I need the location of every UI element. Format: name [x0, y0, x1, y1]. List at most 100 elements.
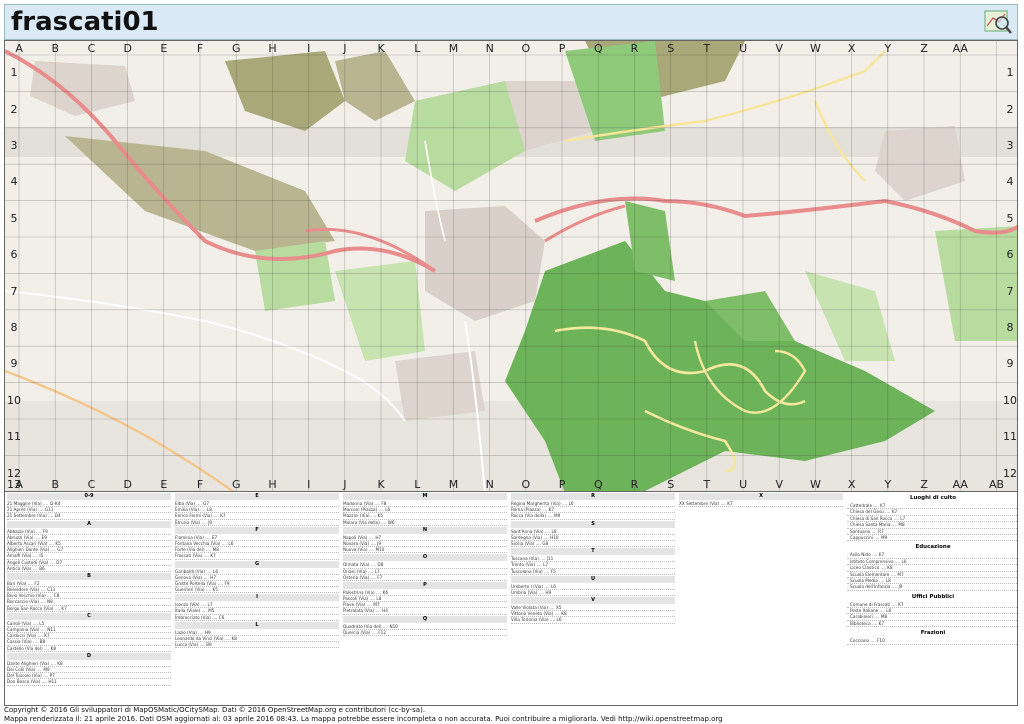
grid-column-label: M [448, 478, 459, 491]
grid-column-label: C [87, 478, 96, 491]
index-section-letter: E [175, 493, 339, 500]
index-column: M Madonna (Via) .... F8 Marconi (Piazza) .… [343, 492, 507, 705]
grid-row-label: 9 [1006, 357, 1014, 371]
grid-row-label: 8 [10, 321, 18, 334]
grid-column-label: I [307, 478, 311, 491]
poi-entry: Scuola dell'Infanzia .... J9 [847, 584, 1017, 591]
grid-row-label: 2 [10, 102, 18, 116]
poi-section-title: Educazione [915, 544, 951, 551]
grid-row-label: 4 [1006, 175, 1014, 189]
grid-column-label: P [558, 42, 566, 55]
column-labels-bottom: A B C D E F G H I J K L M N O P Q R S T U V W X Y Z AA AB [5, 478, 1017, 491]
index-section-letter: B [7, 572, 171, 580]
index-section-letter: I [175, 594, 339, 602]
grid-column-label: S [667, 42, 675, 55]
index-entry: Don Bosco (Via) .... H11 [7, 679, 171, 686]
grid-column-label: R [630, 478, 639, 491]
grid-column-label: Y [884, 42, 892, 55]
grid-row-label: 11 [7, 430, 21, 444]
grid-column-label: G [232, 42, 241, 55]
grid-column-label: N [485, 42, 494, 55]
footer-copyright: Copyright © 2016 Gli sviluppatori di Map… [4, 706, 426, 714]
index-entry: Sicilia (Via) .... G8 [511, 541, 675, 548]
grid-column-label: U [739, 42, 748, 55]
grid-row-label: 1 [1006, 66, 1014, 80]
row-labels-right: 1 2 3 4 5 6 7 8 9 10 11 12 [1001, 41, 1017, 491]
index-entry: Lucca (Via) .... B9 [175, 642, 339, 649]
index-section-letter: U [511, 575, 675, 583]
grid-column-label: G [232, 478, 241, 491]
grid-column-label: Y [884, 478, 892, 491]
grid-column-label: J [343, 42, 347, 55]
grid-column-label: J [343, 478, 347, 491]
footer-render-info: Mappa renderizzata il: 21 aprile 2016. D… [4, 715, 723, 723]
grid-row-label: 6 [1006, 248, 1014, 262]
grid-column-label: K [377, 478, 385, 491]
poi-index: Luoghi di culto Cattedrale .... K7 Chiesa … [847, 492, 1017, 705]
index-section-letter: V [511, 597, 675, 605]
index-column: X XX Settembre (Via) .... K7 [679, 492, 843, 705]
index-entry: Rocca (Via della) .... M9 [511, 513, 675, 520]
index-entry: Molara (Via della) .... W6 [343, 520, 507, 526]
poi-section-title: Luoghi di culto [909, 495, 957, 501]
grid-column-label: M [448, 42, 459, 55]
grid-column-label: W [810, 42, 821, 55]
row-labels-left: 1 2 3 4 5 6 7 8 9 10 11 12 13 [5, 41, 23, 491]
grid-row-label: 5 [1006, 211, 1014, 225]
grid-column-label: B [51, 478, 60, 491]
map-area[interactable]: A B C D E F G H I J K L M N O P Q R S T U V W X Y Z AA ABCDEFGHIJK… [4, 40, 1018, 492]
index-entry: Etruria (Via) .... J9 [175, 520, 339, 526]
index-section-letter: N [343, 526, 507, 534]
index-entry: Osteria (Via) .... F7 [343, 575, 507, 581]
index-section-letter: M [343, 493, 507, 500]
poi-section-title: Frazioni [920, 630, 946, 637]
index-section-letter: C [7, 612, 171, 620]
map-canvas[interactable] [5, 41, 1018, 492]
grid-column-label: V [775, 478, 784, 491]
grid-row-label: 5 [10, 211, 18, 225]
index-entry: Pietralata (Via) .... H4 [343, 608, 507, 615]
grid-row-label: 3 [10, 139, 18, 152]
index-section-letter: L [175, 621, 339, 629]
grid-column-label: S [667, 478, 675, 491]
map-magnifier-icon[interactable] [983, 8, 1013, 36]
grid-row-label: 12 [1003, 466, 1017, 480]
street-index: 0-9 21 Maggire (Via) .... I2-K4 21 Aprile … [4, 492, 1018, 706]
grid-column-label: I [307, 42, 311, 55]
grid-row-label: 3 [1006, 139, 1014, 152]
grid-row-label: 7 [10, 284, 18, 298]
grid-column-label: W [810, 478, 821, 491]
grid-row-label: 13 [7, 478, 21, 491]
grid-column-label: Q [593, 42, 603, 55]
index-entry: Guerrieri (Via) .... K5 [175, 587, 339, 594]
poi-entry: Cocciano .... F10 [847, 638, 1017, 645]
grid-column-label: L [414, 478, 421, 491]
grid-column-label: F [196, 42, 204, 55]
grid-column-label: AA [952, 42, 968, 55]
index-column: 0-9 21 Maggire (Via) .... I2-K4 21 Aprile … [7, 492, 171, 705]
grid-column-label: H [268, 478, 277, 491]
park-area [255, 241, 335, 311]
poi-section-title: Uffici Pubblici [911, 593, 955, 600]
grid-row-label: 7 [1006, 284, 1014, 298]
grid-column-label: T [703, 478, 711, 491]
index-section-letter: 0-9 [7, 493, 171, 500]
grid-column-label: D [123, 42, 132, 55]
grid-row-label: 1 [10, 66, 18, 80]
index-column: R Regina Margherita (Via) .... L6 Roma (Pi… [511, 492, 675, 705]
column-labels-top: A B C D E F G H I J K L M N O P Q R S T U V W X Y Z AA [5, 42, 1017, 56]
grid-column-label: B [51, 42, 60, 55]
grid-row-label: 11 [1003, 430, 1017, 444]
map-header: frascati01 [4, 4, 1018, 40]
grid-row-label: 2 [1006, 102, 1014, 116]
poi-entry: Biblioteca .... K7 [847, 621, 1017, 628]
grid-column-label: R [630, 42, 639, 55]
grid-row-label: 9 [10, 357, 18, 371]
index-column: E Elba (Via) .... G7 Emilia (Via) .... L8 E… [175, 492, 339, 705]
grid-column-label: X [847, 478, 856, 491]
grid-column-label: E [160, 478, 168, 491]
index-section-letter: R [511, 493, 675, 500]
grid-column-label: P [558, 478, 566, 491]
index-section-letter: X [679, 493, 843, 500]
index-section-letter: G [175, 560, 339, 568]
